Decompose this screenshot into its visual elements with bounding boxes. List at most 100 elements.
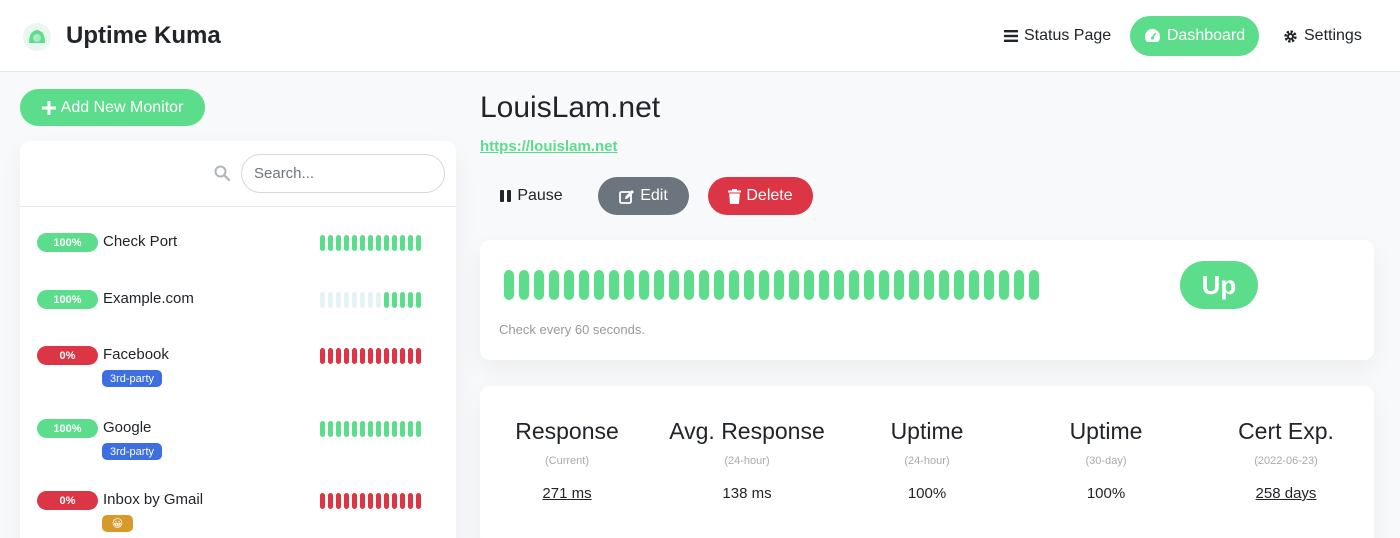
heartbeat-tick: [416, 421, 421, 437]
nav-settings[interactable]: Settings: [1283, 16, 1362, 56]
stat-subtitle: (24-hour): [724, 455, 770, 467]
heartbeat-tick: [416, 235, 421, 251]
search-input[interactable]: [241, 154, 445, 193]
heartbeat-tick: [834, 270, 844, 300]
heartbeat-tick: [714, 270, 724, 300]
heartbeat-tick: [594, 270, 604, 300]
heartbeat-tick: [392, 235, 397, 251]
edit-button[interactable]: Edit: [598, 177, 689, 215]
heartbeat-tick: [360, 421, 365, 437]
stat-title: Cert Exp.: [1238, 418, 1334, 444]
app-title[interactable]: Uptime Kuma: [66, 22, 221, 50]
nav-status-page[interactable]: Status Page: [1004, 16, 1111, 56]
monitor-url-link[interactable]: https://louislam.net: [480, 138, 618, 155]
heartbeat-tick: [1014, 270, 1024, 300]
nav-status-page-label: Status Page: [1024, 27, 1112, 44]
status-badge: Up: [1180, 261, 1258, 309]
uptime-percent-badge: 0%: [37, 346, 98, 365]
heartbeat-tick: [336, 493, 341, 509]
heartbeat-tick: [939, 270, 949, 300]
heartbeat-tick: [384, 235, 389, 251]
heartbeat-tick: [400, 235, 405, 251]
heartbeat-tick: [376, 493, 381, 509]
heartbeat-tick: [392, 348, 397, 364]
heartbeat-tick: [384, 348, 389, 364]
nav-settings-label: Settings: [1304, 27, 1362, 44]
stat-value: 100%: [907, 485, 947, 502]
heartbeat-tick: [999, 270, 1009, 300]
stat-response-current: Response (Current) 271 ms: [477, 418, 657, 502]
stat-title: Uptime: [1069, 418, 1143, 444]
heartbeat-tick: [744, 270, 754, 300]
stat-subtitle: (2022-06-23): [1254, 455, 1318, 467]
heartbeat-tick: [360, 348, 365, 364]
heartbeat-tick: [954, 270, 964, 300]
heartbeat-tick: [416, 292, 421, 308]
heartbeat-tick: [969, 270, 979, 300]
pause-icon: [500, 190, 512, 202]
heartbeat-tick: [669, 270, 679, 300]
heartbeat-tick: [392, 493, 397, 509]
heartbeat-tick: [328, 493, 333, 509]
heartbeat-tick: [328, 235, 333, 251]
heartbeat-tick: [416, 348, 421, 364]
uptime-percent-badge: 100%: [37, 290, 98, 309]
add-new-monitor-button[interactable]: Add New Monitor: [20, 89, 205, 126]
monitor-name: Check Port: [103, 233, 178, 250]
edit-icon: [619, 189, 635, 204]
uptime-percent-badge: 100%: [37, 419, 98, 438]
stat-title: Uptime: [890, 418, 964, 444]
heartbeat-tick: [849, 270, 859, 300]
heartbeat-tick: [360, 493, 365, 509]
heartbeat-tick: [384, 421, 389, 437]
stat-value: 100%: [1086, 485, 1126, 502]
heartbeat-tick: [579, 270, 589, 300]
pause-label: Pause: [517, 187, 563, 204]
heartbeat-tick: [1029, 270, 1039, 300]
heartbeat-tick: [368, 292, 373, 308]
heartbeat-bar: [320, 292, 424, 308]
heartbeat-tick: [408, 421, 413, 437]
uptime-percent-badge: 0%: [37, 491, 98, 510]
delete-button[interactable]: Delete: [708, 177, 813, 215]
monitor-list-panel: 100% Check Port 100% Example.com 0% Face…: [20, 141, 456, 538]
heartbeat-tick: [320, 493, 325, 509]
stat-avg-response: Avg. Response (24-hour) 138 ms: [657, 418, 837, 502]
pause-button[interactable]: Pause: [482, 177, 580, 215]
heartbeat-tick: [400, 421, 405, 437]
monitor-name: Inbox by Gmail: [103, 491, 204, 508]
stat-value-link[interactable]: 258 days: [1196, 485, 1376, 502]
uptime-kuma-logo-icon[interactable]: [22, 22, 52, 52]
heartbeat-tick: [564, 270, 574, 300]
heartbeat-tick: [360, 292, 365, 308]
search-icon: [214, 165, 230, 181]
monitor-name: Google: [103, 419, 152, 436]
heartbeat-tick: [344, 493, 349, 509]
heartbeat-tick: [360, 235, 365, 251]
heartbeat-tick: [344, 348, 349, 364]
heartbeat-tick: [392, 421, 397, 437]
heartbeat-tick: [408, 348, 413, 364]
heartbeat-tick: [320, 421, 325, 437]
heartbeat-tick: [336, 292, 341, 308]
heartbeat-tick: [368, 493, 373, 509]
stat-value-link[interactable]: 271 ms: [477, 485, 657, 502]
heartbeat-tick: [328, 421, 333, 437]
heartbeat-tick: [352, 292, 357, 308]
heartbeat-tick: [328, 348, 333, 364]
nav-dashboard-label: Dashboard: [1166, 27, 1246, 44]
heartbeat-tick: [352, 421, 357, 437]
heartbeat-tick: [344, 235, 349, 251]
stat-title: Avg. Response: [669, 418, 825, 444]
heartbeat-tick: [408, 235, 413, 251]
gear-icon: [1284, 29, 1297, 43]
nav-dashboard[interactable]: Dashboard: [1130, 16, 1259, 56]
heartbeat-tick: [336, 348, 341, 364]
heartbeat-tick: [392, 292, 397, 308]
heartbeat-tick: [352, 348, 357, 364]
stat-title: Response: [515, 418, 619, 444]
heartbeat-tick: [504, 270, 514, 300]
heartbeat-tick: [924, 270, 934, 300]
heartbeat-tick: [408, 493, 413, 509]
heartbeat-tick: [400, 292, 405, 308]
